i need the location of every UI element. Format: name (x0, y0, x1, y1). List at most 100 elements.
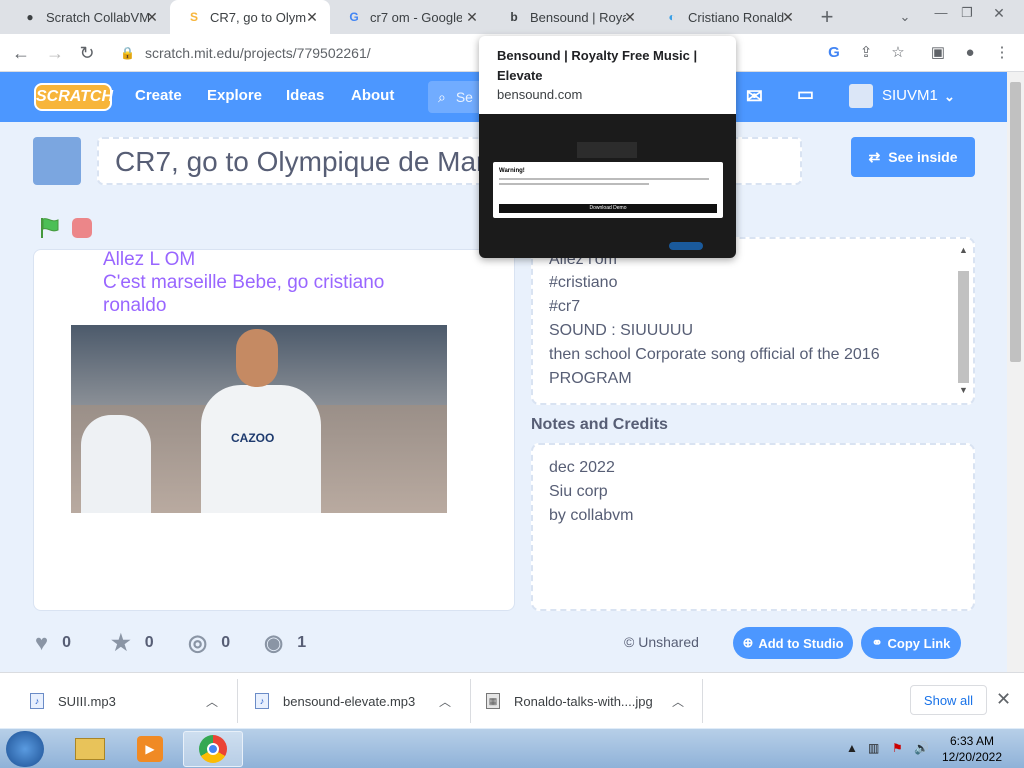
see-inside-label: See inside (888, 149, 958, 165)
green-flag-icon[interactable] (38, 216, 62, 240)
stop-icon[interactable] (72, 218, 92, 238)
download-item[interactable]: ▦ Ronaldo-talks-with....jpg ︿ (486, 673, 702, 729)
tab-title: Scratch CollabVM (46, 9, 151, 25)
copy-link-button[interactable]: ⚭ Copy Link (861, 627, 961, 659)
nav-create[interactable]: Create (135, 87, 182, 104)
tab-hover-card: Bensound | Royalty Free Music | Elevate … (479, 36, 736, 258)
chevron-down-icon[interactable]: ⌄ (944, 89, 955, 105)
github-icon: ● (26, 10, 34, 24)
side-panel-icon[interactable]: ▣ (926, 41, 950, 65)
remix-count: 0 (221, 634, 231, 651)
scroll-down-icon[interactable]: ▼ (957, 385, 970, 395)
add-to-studio-button[interactable]: ⊕ Add to Studio (733, 627, 853, 659)
volume-icon[interactable]: 🔊 (914, 741, 929, 755)
stage-text-line1: Allez L OM (103, 249, 196, 270)
favorite-count: 0 (144, 634, 154, 651)
unshared-label: © Unshared (624, 634, 699, 650)
back-button[interactable]: ← (8, 40, 34, 66)
hover-card-title: Bensound | Royalty Free Music | Elevate (497, 48, 698, 83)
ronaldo-photo: CAZOO (71, 325, 447, 513)
notes-heading: Notes and Credits (531, 416, 668, 433)
minimize-button[interactable]: — (928, 0, 954, 26)
remix-icon: ⇄ (868, 148, 881, 165)
close-icon[interactable]: ✕ (780, 9, 796, 26)
new-tab-button[interactable]: + (814, 4, 840, 30)
shirt-sponsor-text: CAZOO (231, 431, 275, 445)
messages-icon[interactable]: ✉ (746, 84, 763, 109)
tab-bensound[interactable]: b Bensound | Royalty ✕ (490, 0, 648, 34)
author-avatar[interactable] (33, 137, 81, 185)
nav-explore[interactable]: Explore (207, 87, 262, 104)
heart-icon: ♥ (35, 630, 49, 655)
close-icon[interactable]: ✕ (464, 9, 480, 26)
nav-about[interactable]: About (351, 87, 394, 104)
page-scrollbar[interactable] (1007, 72, 1024, 672)
bookmark-star-icon[interactable]: ☆ (886, 41, 910, 65)
view-stat: ◉ 1 (264, 630, 306, 656)
download-bar: ♪ SUIII.mp3 ︿ ♪ bensound-elevate.mp3 ︿ ▦… (0, 672, 1024, 728)
link-icon: ⚭ (871, 635, 883, 650)
chevron-up-icon[interactable]: ︿ (439, 693, 451, 710)
tab-cristiano-ronaldo[interactable]: ◐ Cristiano Ronaldo ✕ (648, 0, 806, 34)
tab-search-chevron-icon[interactable]: ⌄ (892, 4, 918, 30)
scratch-logo[interactable]: SCRATCH (34, 83, 113, 111)
menu-kebab-icon[interactable]: ⋮ (990, 41, 1014, 65)
notes-line: dec 2022 (549, 459, 615, 476)
start-button[interactable] (6, 731, 44, 767)
windows-taskbar: ▶ ▲ ▥ ⚑ 🔊 6:33 AM 12/20/2022 (0, 728, 1024, 768)
restore-button[interactable]: ❐ (954, 0, 980, 26)
system-clock[interactable]: 6:33 AM 12/20/2022 (936, 733, 1008, 765)
tab-scratch-collabvm[interactable]: ● Scratch CollabVM ✕ (6, 0, 170, 34)
scroll-thumb[interactable] (958, 271, 969, 383)
file-explorer-icon[interactable] (62, 731, 118, 767)
close-icon[interactable]: ✕ (304, 9, 320, 26)
chrome-icon[interactable] (183, 731, 243, 767)
profile-icon[interactable]: ● (958, 41, 982, 65)
show-hidden-icons[interactable]: ▲ (846, 741, 858, 755)
download-filename: Ronaldo-talks-with....jpg (514, 693, 653, 709)
tab-cr7-project[interactable]: S CR7, go to Olympique ✕ (170, 0, 330, 34)
close-icon[interactable]: ✕ (144, 9, 160, 26)
remix-stat: ◎ 0 (188, 630, 230, 656)
instructions-line: PROGRAM (549, 370, 632, 387)
my-stuff-folder-icon[interactable]: ▭ (797, 84, 814, 105)
download-item[interactable]: ♪ SUIII.mp3 ︿ (30, 673, 236, 729)
chevron-up-icon[interactable]: ︿ (206, 693, 218, 710)
image-file-icon: ▦ (486, 693, 500, 709)
download-item[interactable]: ♪ bensound-elevate.mp3 ︿ (255, 673, 469, 729)
reload-button[interactable]: ↻ (74, 40, 100, 66)
add-to-studio-label: Add to Studio (758, 635, 844, 651)
username[interactable]: SIUVM1 (882, 87, 938, 104)
love-stat[interactable]: ♥ 0 (35, 630, 71, 656)
love-count: 0 (62, 634, 71, 651)
forward-button[interactable]: → (42, 40, 68, 66)
google-lens-icon[interactable]: G (822, 41, 846, 65)
show-all-button[interactable]: Show all (910, 685, 987, 715)
media-player-icon[interactable]: ▶ (122, 731, 178, 767)
instructions-line: SOUND : SIUUUUU (549, 322, 694, 339)
share-icon[interactable]: ⇪ (854, 41, 878, 65)
tab-strip: ● Scratch CollabVM ✕ S CR7, go to Olympi… (0, 0, 1024, 34)
close-download-bar-icon[interactable]: ✕ (996, 689, 1011, 710)
tab-google-search[interactable]: G cr7 om - Google S ✕ (330, 0, 490, 34)
network-icon[interactable]: ▥ (868, 741, 879, 755)
scratch-icon: S (189, 10, 198, 24)
action-center-icon[interactable]: ⚑ (892, 741, 903, 755)
audio-file-icon: ♪ (30, 693, 44, 709)
user-avatar[interactable] (849, 84, 873, 108)
page-scroll-thumb[interactable] (1010, 82, 1021, 362)
chevron-up-icon[interactable]: ︿ (672, 693, 684, 710)
bensound-icon: b (510, 10, 518, 24)
lock-icon: 🔒 (120, 46, 135, 60)
instructions-scrollbar[interactable]: ▲ ▼ (957, 245, 970, 395)
see-inside-button[interactable]: ⇄ See inside (851, 137, 975, 177)
close-icon[interactable]: ✕ (622, 9, 638, 26)
nav-ideas[interactable]: Ideas (286, 87, 324, 104)
instructions-line: #cr7 (549, 298, 581, 315)
clock-date: 12/20/2022 (941, 750, 1003, 764)
instructions-line: #cristiano (549, 274, 618, 291)
favorite-stat[interactable]: ★ 0 (111, 630, 154, 656)
scroll-up-icon[interactable]: ▲ (957, 245, 970, 255)
tab-title: cr7 om - Google S (370, 9, 462, 25)
window-close-button[interactable]: ✕ (986, 0, 1012, 26)
